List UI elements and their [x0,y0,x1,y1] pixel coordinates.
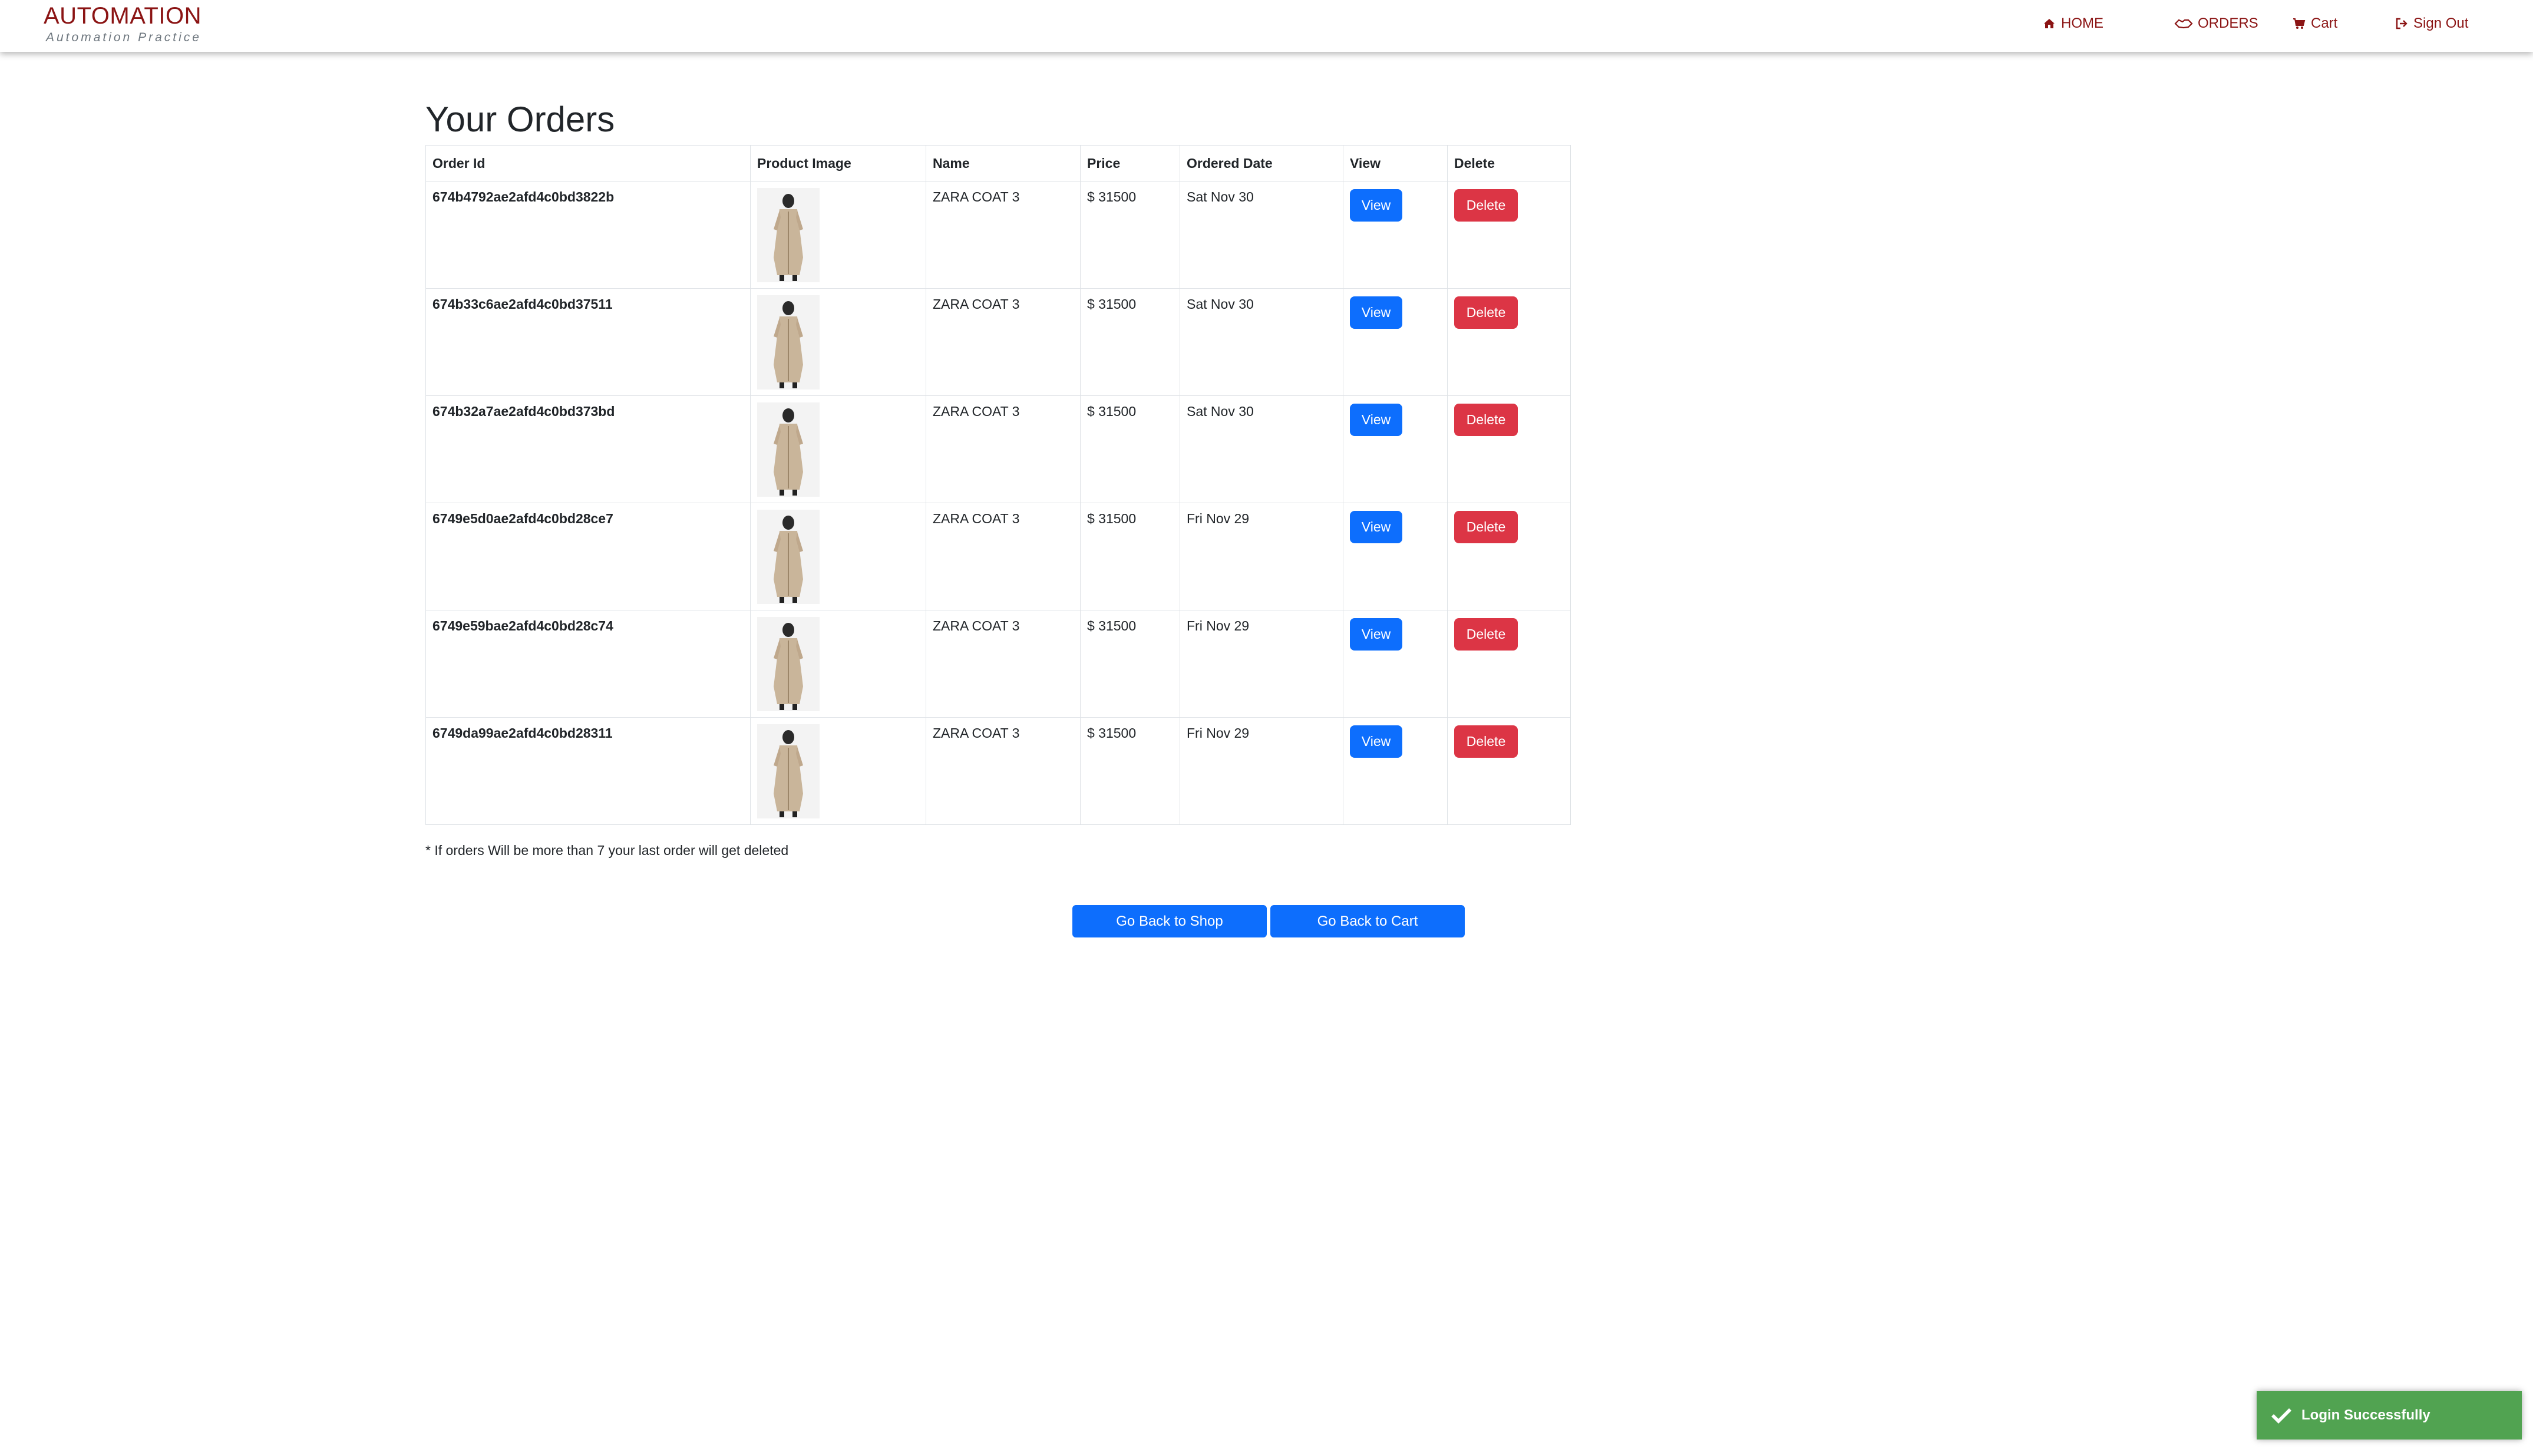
order-id-cell: 674b32a7ae2afd4c0bd373bd [425,395,751,503]
header-view: View [1343,145,1448,181]
nav-cart[interactable]: Cart [2292,15,2337,32]
product-image-cell [750,717,926,825]
view-cell: View [1343,717,1448,825]
delete-cell: Delete [1447,503,1571,610]
product-name-cell: ZARA COAT 3 [926,503,1081,610]
price-cell: $ 31500 [1080,395,1180,503]
product-image [757,724,820,818]
product-image [757,188,820,282]
product-image-cell [750,503,926,610]
ordered-date-cell: Sat Nov 30 [1180,395,1343,503]
view-cell: View [1343,395,1448,503]
order-id-cell: 674b4792ae2afd4c0bd3822b [425,181,751,289]
nav-signout[interactable]: Sign Out [2395,15,2468,32]
delete-order-button[interactable]: Delete [1454,189,1518,222]
delete-order-button[interactable]: Delete [1454,296,1518,329]
product-image-cell [750,610,926,718]
table-header-row: Order Id Product Image Name Price Ordere… [425,145,1571,181]
brand-logo[interactable]: AUTOMATION Automation Practice [44,2,202,46]
checkmark-icon [2271,1408,2292,1424]
view-cell: View [1343,503,1448,610]
nav-signout-label: Sign Out [2413,15,2469,31]
product-name-cell: ZARA COAT 3 [926,181,1081,289]
brand-title: AUTOMATION [44,3,202,29]
table-row: 6749e5d0ae2afd4c0bd28ce7 ZARA COAT 3 $ 315… [425,503,1571,610]
header-product-image: Product Image [750,145,926,181]
product-image [757,295,820,389]
delete-order-button[interactable]: Delete [1454,404,1518,436]
header-price: Price [1080,145,1180,181]
product-name-cell: ZARA COAT 3 [926,610,1081,718]
nav-cart-label: Cart [2311,15,2338,31]
header-name: Name [926,145,1081,181]
price-cell: $ 31500 [1080,717,1180,825]
delete-cell: Delete [1447,395,1571,503]
ordered-date-cell: Fri Nov 29 [1180,503,1343,610]
view-cell: View [1343,181,1448,289]
handshake-icon [2174,19,2193,29]
header-order-id: Order Id [425,145,751,181]
table-row: 674b32a7ae2afd4c0bd373bd ZARA COAT 3 $ 315… [425,395,1571,503]
nav-orders-label: ORDERS [2198,15,2258,31]
view-order-button[interactable]: View [1350,189,1402,222]
home-icon [2044,19,2055,28]
table-row: 6749e59bae2afd4c0bd28c74 ZARA COAT 3 $ 315… [425,610,1571,718]
orders-note: * If orders Will be more than 7 your las… [425,843,789,858]
go-back-to-shop-button[interactable]: Go Back to Shop [1072,905,1267,937]
view-cell: View [1343,610,1448,718]
product-image [757,402,820,497]
view-cell: View [1343,288,1448,396]
order-id-cell: 6749e5d0ae2afd4c0bd28ce7 [425,503,751,610]
product-name-cell: ZARA COAT 3 [926,717,1081,825]
ordered-date-cell: Sat Nov 30 [1180,288,1343,396]
view-order-button[interactable]: View [1350,511,1402,543]
view-order-button[interactable]: View [1350,725,1402,758]
price-cell: $ 31500 [1080,503,1180,610]
product-image [757,510,820,604]
product-name-cell: ZARA COAT 3 [926,395,1081,503]
delete-order-button[interactable]: Delete [1454,618,1518,651]
price-cell: $ 31500 [1080,288,1180,396]
login-success-toast[interactable]: Login Successfully [2257,1391,2522,1440]
cart-icon [2293,18,2306,29]
table-row: 674b4792ae2afd4c0bd3822b ZARA COAT 3 $ 315… [425,181,1571,289]
product-image-cell [750,395,926,503]
orders-table: Order Id Product Image Name Price Ordere… [425,145,1571,825]
header-delete: Delete [1447,145,1571,181]
view-order-button[interactable]: View [1350,618,1402,651]
go-back-to-cart-button[interactable]: Go Back to Cart [1270,905,1465,937]
delete-cell: Delete [1447,717,1571,825]
page-title: Your Orders [425,100,615,139]
product-image [757,617,820,711]
sign-out-icon [2396,18,2407,29]
order-id-cell: 674b33c6ae2afd4c0bd37511 [425,288,751,396]
brand-subtitle: Automation Practice [46,31,202,44]
ordered-date-cell: Fri Nov 29 [1180,717,1343,825]
price-cell: $ 31500 [1080,610,1180,718]
product-name-cell: ZARA COAT 3 [926,288,1081,396]
view-order-button[interactable]: View [1350,404,1402,436]
ordered-date-cell: Sat Nov 30 [1180,181,1343,289]
nav-home-label: HOME [2061,15,2103,31]
nav-home[interactable]: HOME [2042,15,2103,32]
product-image-cell [750,181,926,289]
table-row: 6749da99ae2afd4c0bd28311 ZARA COAT 3 $ 315… [425,717,1571,825]
price-cell: $ 31500 [1080,181,1180,289]
delete-cell: Delete [1447,288,1571,396]
delete-order-button[interactable]: Delete [1454,725,1518,758]
product-image-cell [750,288,926,396]
table-row: 674b33c6ae2afd4c0bd37511 ZARA COAT 3 $ 315… [425,288,1571,396]
ordered-date-cell: Fri Nov 29 [1180,610,1343,718]
toast-message: Login Successfully [2301,1407,2430,1423]
order-id-cell: 6749da99ae2afd4c0bd28311 [425,717,751,825]
delete-cell: Delete [1447,610,1571,718]
delete-cell: Delete [1447,181,1571,289]
order-id-cell: 6749e59bae2afd4c0bd28c74 [425,610,751,718]
top-navbar: AUTOMATION Automation Practice HOME ORDE… [0,0,2533,52]
view-order-button[interactable]: View [1350,296,1402,329]
header-ordered-date: Ordered Date [1180,145,1343,181]
delete-order-button[interactable]: Delete [1454,511,1518,543]
nav-orders[interactable]: ORDERS [2174,15,2258,32]
